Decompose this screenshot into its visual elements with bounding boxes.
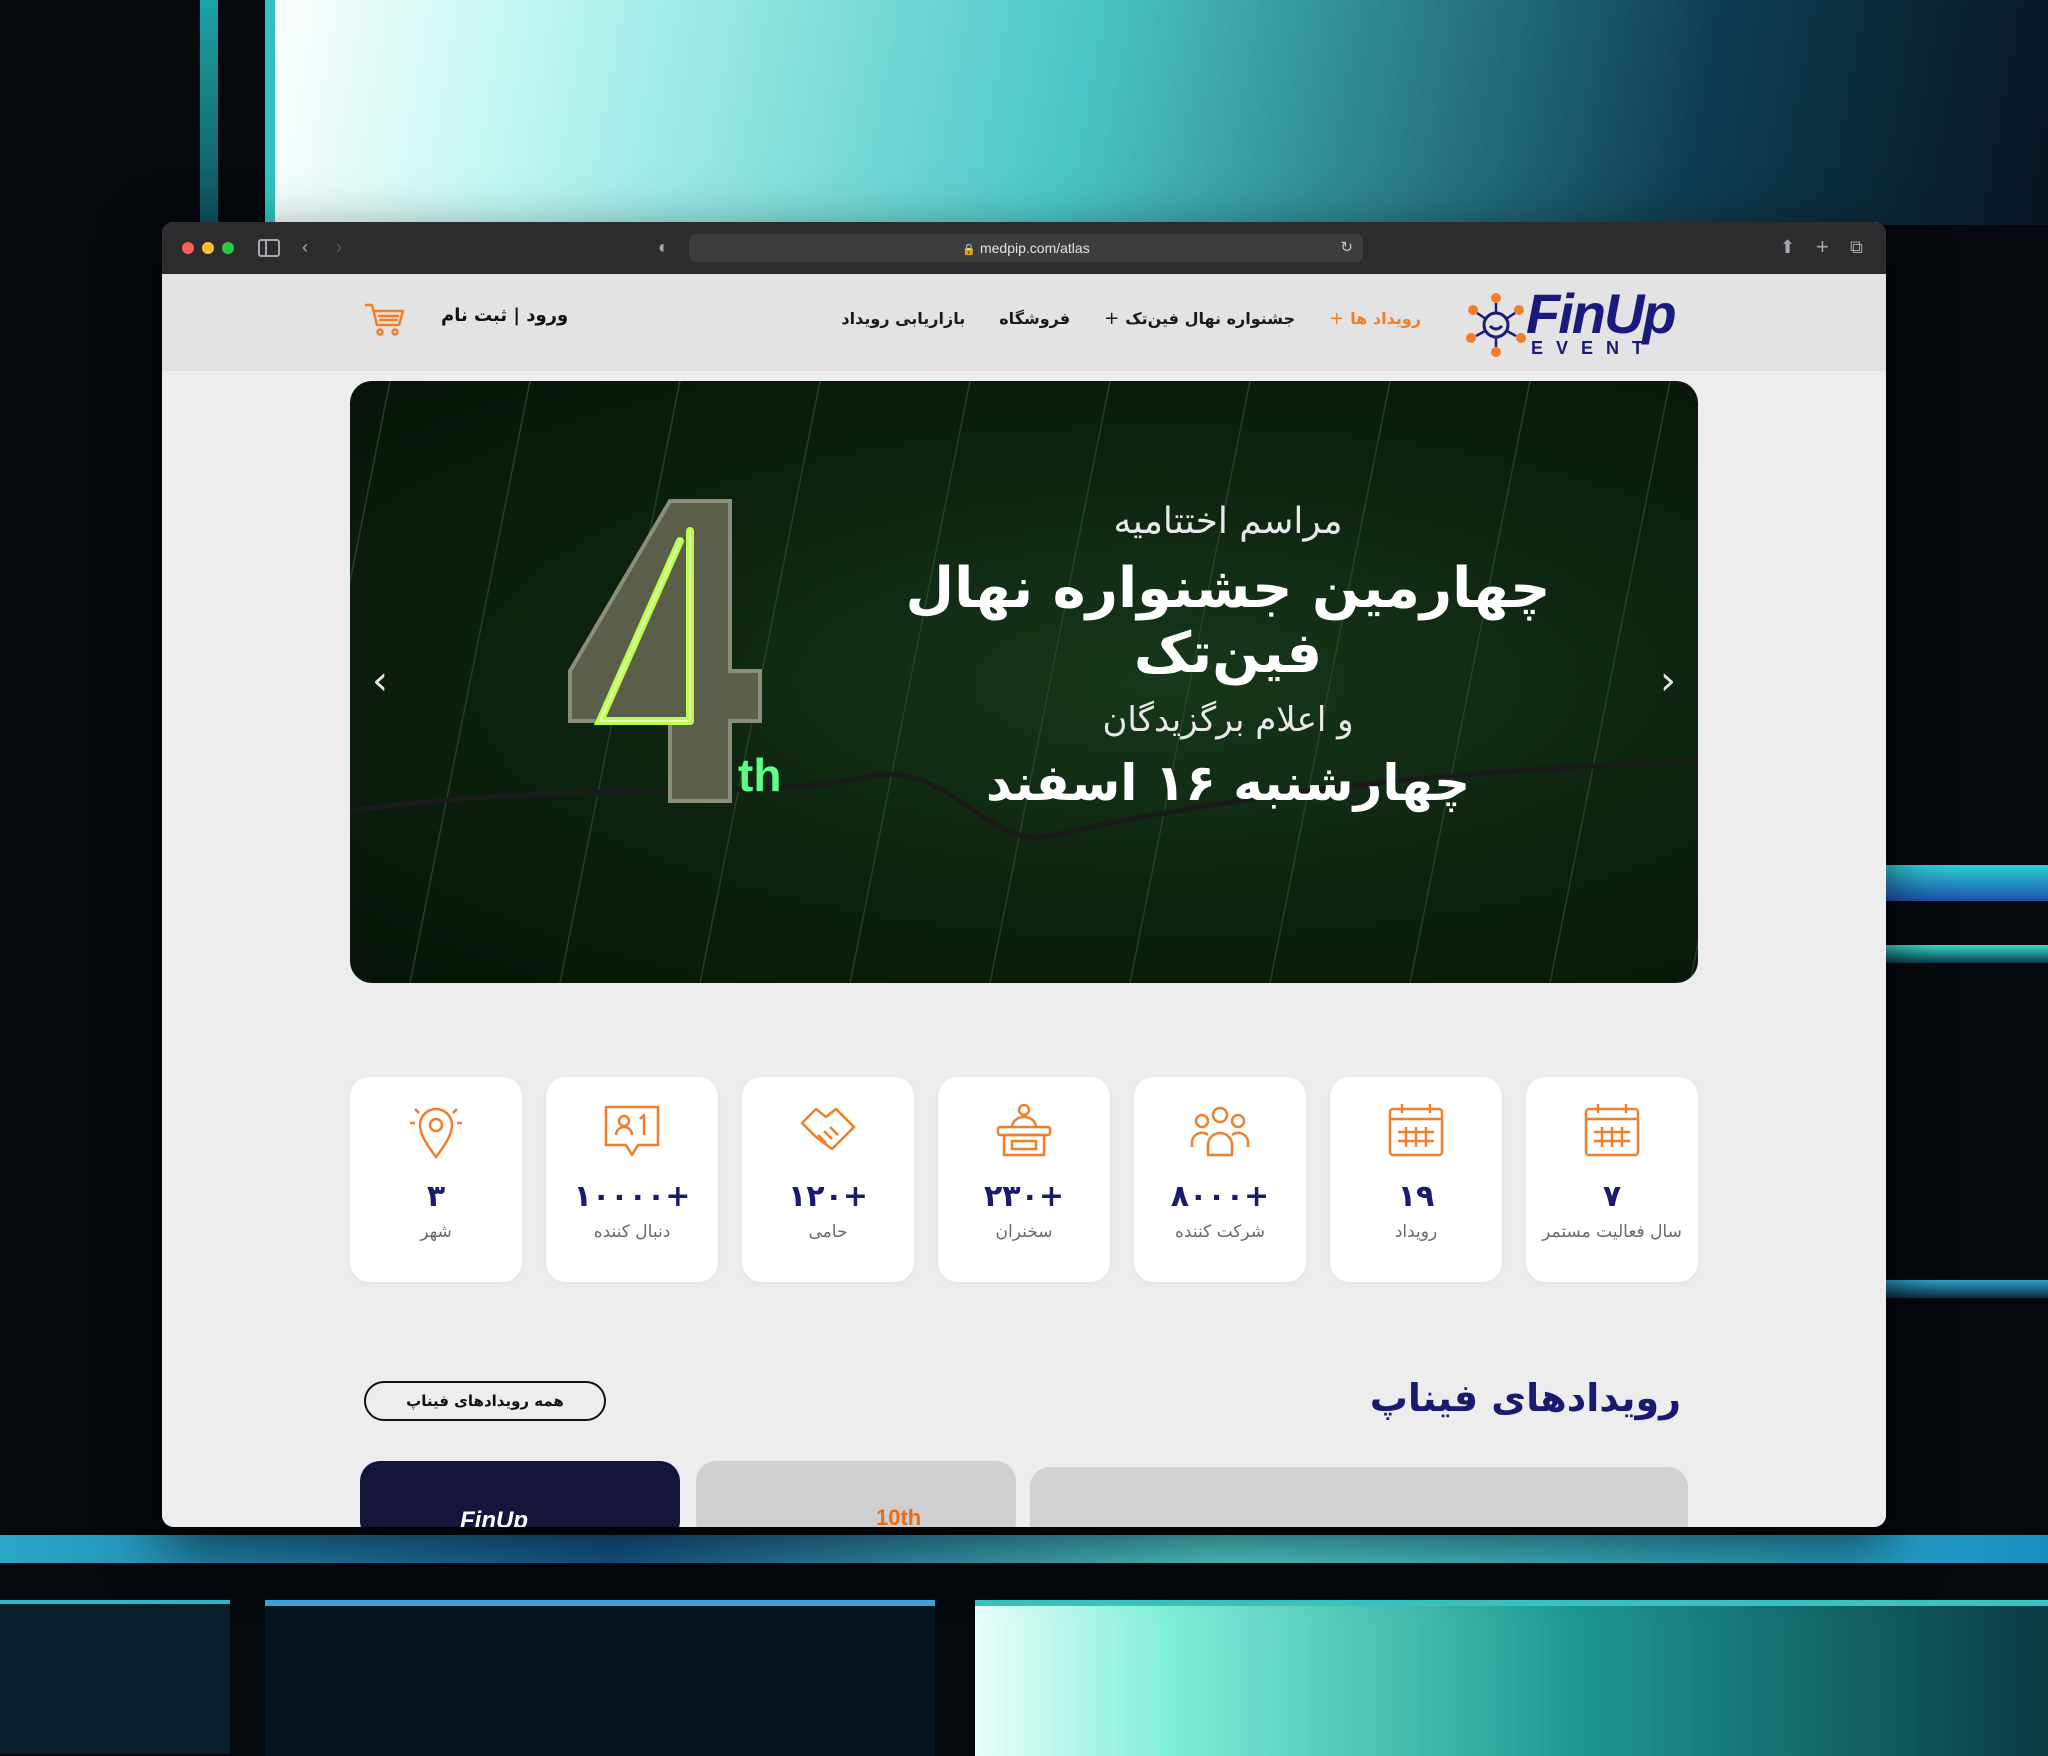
- close-window-button[interactable]: [182, 242, 194, 254]
- stats-row: ۷ سال فعالیت مستمر ۱۹ رویداد +۸۰۰۰ شرکت …: [350, 1077, 1698, 1282]
- url-text: medpip.com/atlas: [979, 240, 1090, 256]
- hero-line-1: مراسم اختتامیه: [1113, 501, 1343, 542]
- backdrop-bar: [0, 1535, 2048, 1563]
- stat-value: +۸۰۰۰: [1170, 1179, 1270, 1214]
- backdrop-strip: [200, 0, 218, 240]
- stat-card: ۷ سال فعالیت مستمر: [1526, 1077, 1698, 1282]
- podium-icon: [996, 1103, 1052, 1157]
- stat-card: +۱۲۰ حامی: [742, 1077, 914, 1282]
- stat-value: +۱۰۰۰۰: [573, 1179, 691, 1214]
- backdrop-panel: [0, 1600, 230, 1754]
- plus-icon: +: [1104, 308, 1120, 329]
- share-icon[interactable]: ⬆: [1780, 235, 1795, 259]
- sidebar-toggle-icon[interactable]: [258, 239, 280, 257]
- site-header: FinUp EVENT رویداد ها + جشنواره نهال فین…: [162, 274, 1886, 371]
- stat-value: ۱۹: [1397, 1179, 1435, 1214]
- calendar-icon: [1584, 1104, 1640, 1157]
- stat-card: +۸۰۰۰ شرکت کننده: [1134, 1077, 1306, 1282]
- handshake-icon: [800, 1107, 856, 1151]
- nav-item-festival[interactable]: جشنواره نهال فین‌تک +: [1104, 308, 1295, 329]
- backdrop-strip: [265, 0, 275, 240]
- stat-value: +۲۳۰: [983, 1179, 1065, 1214]
- backdrop-bar: [1880, 1280, 2048, 1298]
- event-card[interactable]: 10th: [696, 1461, 1016, 1527]
- stat-label: حامی: [808, 1222, 848, 1242]
- nav-item-label: رویداد ها: [1350, 309, 1421, 328]
- stat-card: ۳ شهر: [350, 1077, 522, 1282]
- logo-wordmark: FinUp: [1526, 282, 1677, 345]
- stat-card: +۲۳۰ سخنران: [938, 1077, 1110, 1282]
- nav-item-label: جشنواره نهال فین‌تک: [1125, 309, 1296, 328]
- backdrop-panel: [975, 1600, 2048, 1756]
- browser-window: ‹ › ◐ 🔒 medpip.com/atlas ↻ ⬆ + ⧉ FinUp E…: [162, 222, 1886, 1527]
- stat-label: سخنران: [995, 1222, 1053, 1242]
- plus-icon: +: [1329, 308, 1345, 329]
- nav-item-event-marketing[interactable]: بازاریابی رویداد: [841, 308, 965, 329]
- hero-line-4: چهارشنبه ۱۶ اسفند: [985, 754, 1471, 812]
- backdrop-bar: [1880, 865, 2048, 901]
- logo-subtitle: EVENT: [1531, 338, 1657, 358]
- tab-overview-icon[interactable]: ⧉: [1850, 235, 1863, 259]
- finup-logo[interactable]: FinUp EVENT: [1461, 282, 1681, 362]
- event-card-label: 10th: [876, 1505, 922, 1527]
- zoom-window-button[interactable]: [222, 242, 234, 254]
- events-section-title: رویدادهای فیناپ: [1369, 1376, 1681, 1420]
- backdrop-gradient-top: [265, 0, 2048, 225]
- back-arrow-icon[interactable]: ‹: [302, 235, 308, 259]
- stat-label: دنبال کننده: [593, 1222, 671, 1242]
- browser-toolbar: ‹ › ◐ 🔒 medpip.com/atlas ↻ ⬆ + ⧉: [162, 222, 1886, 274]
- event-card[interactable]: FinUp: [360, 1461, 680, 1527]
- event-card[interactable]: [1030, 1467, 1688, 1527]
- address-bar[interactable]: 🔒 medpip.com/atlas ↻: [689, 234, 1363, 262]
- slider-next-arrow-icon[interactable]: ›: [1660, 661, 1676, 701]
- reload-icon[interactable]: ↻: [1340, 234, 1353, 262]
- follower-icon: [604, 1105, 660, 1157]
- nav-item-label: فروشگاه: [999, 309, 1071, 328]
- logo-mark-icon: [1466, 293, 1526, 357]
- hero-line-2: چهارمین جشنواره نهال فین‌تک: [905, 556, 1551, 686]
- stat-value: ۳: [426, 1179, 446, 1214]
- hero-slider[interactable]: th مراسم اختتامیه چهارمین جشنواره نهال ف…: [350, 381, 1698, 983]
- stat-label: شهر: [420, 1222, 452, 1242]
- neon-4th-graphic: th: [568, 499, 781, 803]
- calendar-icon: [1388, 1104, 1444, 1157]
- slider-prev-arrow-icon[interactable]: ‹: [372, 661, 388, 701]
- all-events-button[interactable]: همه رویدادهای فیناپ: [364, 1381, 606, 1421]
- nav-item-label: بازاریابی رویداد: [841, 309, 966, 328]
- cart-icon[interactable]: [364, 302, 406, 338]
- event-card-label: FinUp: [460, 1507, 528, 1527]
- hero-text-block: مراسم اختتامیه چهارمین جشنواره نهال فین‌…: [828, 501, 1628, 812]
- stat-value: ۷: [1602, 1179, 1622, 1214]
- people-icon: [1190, 1106, 1250, 1157]
- stat-card: ۱۹ رویداد: [1330, 1077, 1502, 1282]
- lock-icon: 🔒: [962, 244, 976, 256]
- nav-item-shop[interactable]: فروشگاه: [999, 308, 1070, 329]
- login-register-link[interactable]: ورود | ثبت نام: [441, 305, 568, 326]
- stat-card: +۱۰۰۰۰ دنبال کننده: [546, 1077, 718, 1282]
- minimize-window-button[interactable]: [202, 242, 214, 254]
- hero-line-3: و اعلام برگزیدگان: [1102, 700, 1354, 740]
- neon-suffix: th: [738, 749, 781, 801]
- stat-value: +۱۲۰: [787, 1179, 869, 1214]
- location-icon: [410, 1107, 462, 1160]
- backdrop-panel: [265, 1600, 935, 1756]
- main-nav: رویداد ها + جشنواره نهال فین‌تک + فروشگا…: [841, 308, 1421, 329]
- backdrop-bar: [1880, 945, 2048, 963]
- page-content: th مراسم اختتامیه چهارمین جشنواره نهال ف…: [162, 371, 1886, 1527]
- new-tab-icon[interactable]: +: [1816, 235, 1829, 259]
- forward-arrow-icon[interactable]: ›: [336, 235, 342, 259]
- nav-item-events[interactable]: رویداد ها +: [1329, 308, 1421, 329]
- stat-label: رویداد: [1394, 1222, 1438, 1242]
- privacy-shield-icon[interactable]: ◐: [658, 235, 669, 259]
- stat-label: شرکت کننده: [1175, 1222, 1265, 1242]
- stat-label: سال فعالیت مستمر: [1542, 1222, 1682, 1242]
